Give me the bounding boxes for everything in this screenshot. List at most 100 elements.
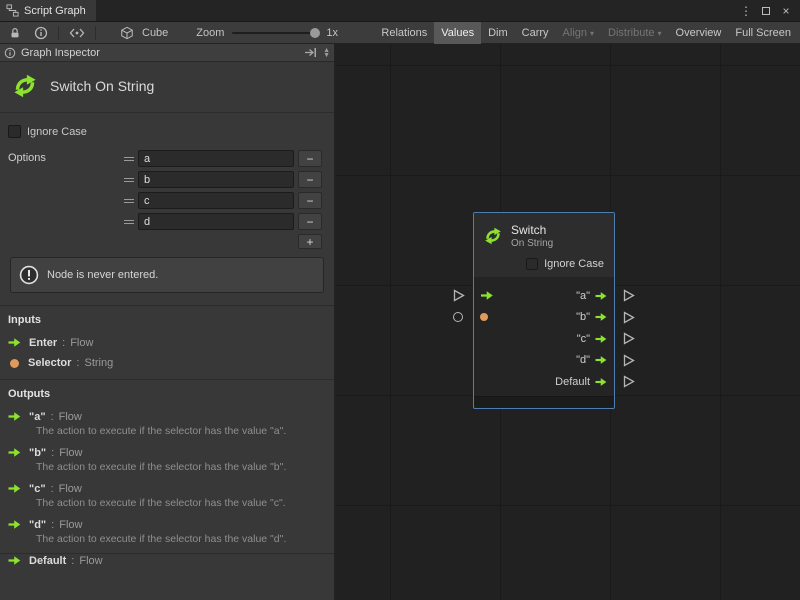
- flow-arrow-icon: [8, 336, 22, 349]
- outputs-header: Outputs: [8, 388, 326, 400]
- relations-button[interactable]: Relations: [374, 22, 434, 44]
- zoom-label: Zoom: [196, 27, 224, 39]
- input-enter-row: Enter : Flow: [8, 336, 326, 349]
- inputs-header: Inputs: [8, 314, 326, 326]
- lock-icon[interactable]: [2, 23, 28, 43]
- port-colon: :: [51, 447, 54, 459]
- zoom-slider-handle[interactable]: [310, 28, 320, 38]
- kebab-menu-icon[interactable]: ⋮: [738, 3, 754, 19]
- close-icon[interactable]: ×: [778, 3, 794, 19]
- port-colon: :: [71, 555, 74, 567]
- output-row-b: "b" : Flow: [8, 446, 326, 459]
- overview-button[interactable]: Overview: [669, 22, 729, 44]
- graph-inspector-panel: Graph Inspector ▲▼ Switch On String: [0, 44, 335, 600]
- ignore-case-checkbox[interactable]: [8, 125, 21, 138]
- panel-divider: [0, 553, 334, 554]
- warning-box: Node is never entered.: [10, 257, 324, 293]
- node-row-label: Default: [555, 376, 595, 388]
- distribute-button[interactable]: Distribute▾: [601, 22, 668, 44]
- drag-handle-icon[interactable]: [124, 157, 134, 161]
- fullscreen-button[interactable]: Full Screen: [728, 22, 798, 44]
- output-port-icon[interactable]: [595, 376, 608, 388]
- dropdown-arrow-icon: ▾: [590, 29, 594, 38]
- output-port-icon[interactable]: [595, 290, 608, 302]
- carry-button[interactable]: Carry: [515, 22, 556, 44]
- input-selector-row: Selector : String: [8, 357, 326, 369]
- switch-node[interactable]: Switch On String Ignore Case "a" "b": [473, 212, 615, 409]
- node-row-c: "c": [474, 328, 614, 350]
- inputs-section: Inputs Enter : Flow Selector : String: [0, 305, 334, 379]
- inspector-title: Graph Inspector: [21, 47, 100, 59]
- toolbar-separator: [95, 26, 96, 40]
- info-icon[interactable]: [28, 23, 54, 43]
- option-field[interactable]: [138, 150, 294, 167]
- tab-script-graph[interactable]: Script Graph: [0, 0, 96, 21]
- fullscreen-label: Full Screen: [735, 27, 791, 39]
- drag-handle-icon[interactable]: [124, 199, 134, 203]
- align-button[interactable]: Align▾: [556, 22, 601, 44]
- port-colon: :: [51, 411, 54, 423]
- warning-text: Node is never entered.: [47, 269, 158, 281]
- option-item: −: [124, 150, 322, 167]
- node-row-label: "b": [576, 311, 595, 323]
- output-row-c: "c" : Flow: [8, 482, 326, 495]
- node-row-default: Default: [474, 371, 614, 393]
- dock-right-icon[interactable]: [304, 47, 317, 58]
- output-connection-stub[interactable]: [623, 311, 635, 324]
- warning-icon: [19, 265, 39, 285]
- dim-label: Dim: [488, 27, 508, 39]
- enter-port-icon[interactable]: [480, 289, 496, 302]
- graph-canvas[interactable]: Switch On String Ignore Case "a" "b": [335, 44, 800, 600]
- dim-button[interactable]: Dim: [481, 22, 515, 44]
- node-ignore-case-checkbox[interactable]: [526, 258, 538, 270]
- scrubber-icon[interactable]: ▲▼: [323, 48, 330, 58]
- option-field[interactable]: [138, 213, 294, 230]
- output-connection-stub[interactable]: [623, 332, 635, 345]
- values-label: Values: [441, 27, 474, 39]
- output-connection-stub[interactable]: [623, 289, 635, 302]
- code-icon[interactable]: [63, 23, 91, 43]
- port-name: Default: [29, 555, 66, 567]
- remove-option-button[interactable]: −: [298, 213, 322, 230]
- port-type: Flow: [70, 337, 93, 349]
- port-description: The action to execute if the selector ha…: [36, 461, 326, 473]
- value-port-icon: [10, 359, 19, 368]
- outputs-section: Outputs "a" : Flow The action to execute…: [0, 379, 334, 577]
- tab-title: Script Graph: [24, 5, 86, 17]
- output-port-icon[interactable]: [595, 354, 608, 366]
- options-row: Options − − −: [6, 150, 328, 249]
- port-type: Flow: [59, 447, 82, 459]
- output-port-icon[interactable]: [595, 333, 608, 345]
- output-port-icon[interactable]: [595, 311, 608, 323]
- switch-icon: [10, 71, 40, 101]
- maximize-icon[interactable]: [758, 3, 774, 19]
- node-row-a: "a": [474, 285, 614, 307]
- drag-handle-icon[interactable]: [124, 220, 134, 224]
- selector-connection-stub[interactable]: [453, 312, 463, 322]
- port-description: The action to execute if the selector ha…: [36, 497, 326, 509]
- flow-arrow-icon: [8, 482, 22, 495]
- remove-option-button[interactable]: −: [298, 192, 322, 209]
- option-field[interactable]: [138, 192, 294, 209]
- node-row-label: "c": [577, 333, 595, 345]
- selector-port-icon[interactable]: [480, 313, 496, 321]
- port-name: "a": [29, 411, 46, 423]
- remove-option-button[interactable]: −: [298, 171, 322, 188]
- port-colon: :: [51, 483, 54, 495]
- zoom-slider[interactable]: [232, 32, 316, 34]
- node-ignore-case-row: Ignore Case: [474, 255, 614, 277]
- enter-connection-stub[interactable]: [453, 289, 465, 302]
- relations-label: Relations: [381, 27, 427, 39]
- output-connection-stub[interactable]: [623, 375, 635, 388]
- carry-label: Carry: [522, 27, 549, 39]
- remove-option-button[interactable]: −: [298, 150, 322, 167]
- output-connection-stub[interactable]: [623, 354, 635, 367]
- option-item: −: [124, 213, 322, 230]
- node-body: "a" "b" "c" "d": [474, 277, 614, 393]
- node-header[interactable]: Switch On String: [474, 213, 614, 255]
- node-subtitle: On String: [511, 238, 553, 249]
- add-option-button[interactable]: +: [298, 234, 322, 249]
- drag-handle-icon[interactable]: [124, 178, 134, 182]
- option-field[interactable]: [138, 171, 294, 188]
- values-button[interactable]: Values: [434, 22, 481, 44]
